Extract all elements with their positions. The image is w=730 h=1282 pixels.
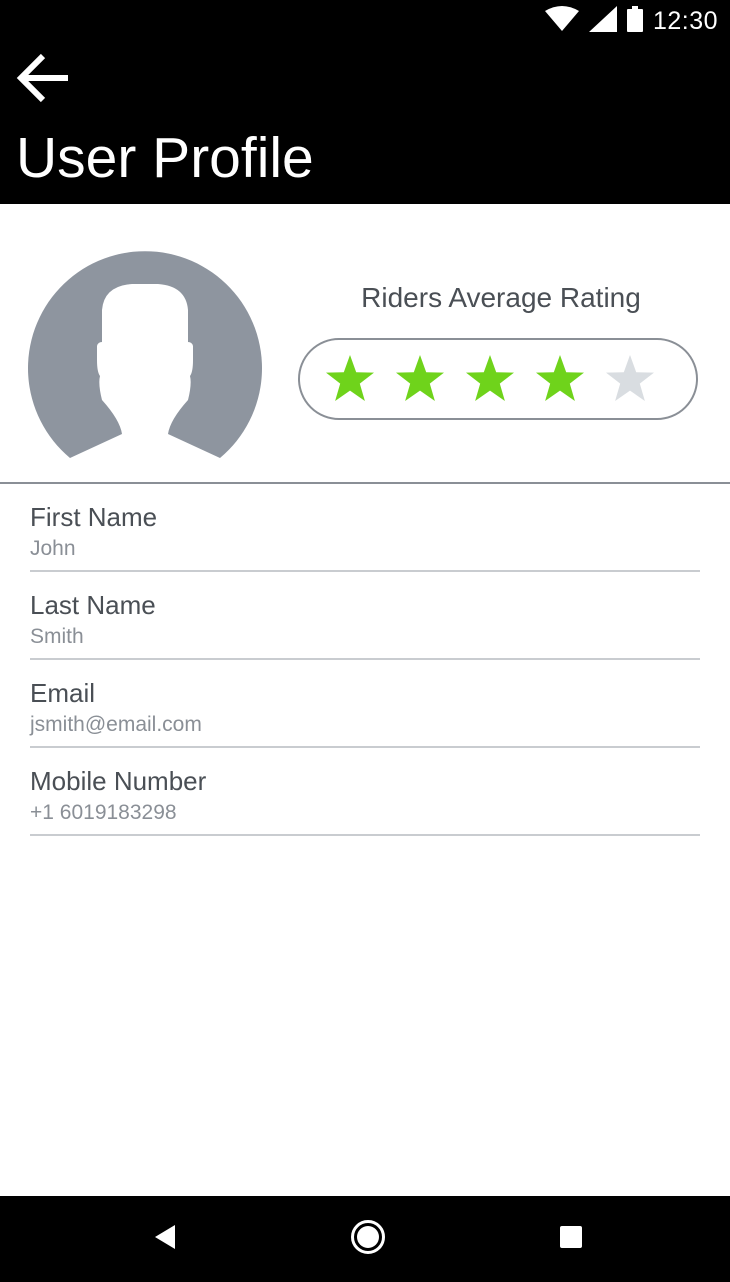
nav-back-button[interactable] xyxy=(142,1216,188,1262)
user-profile-screen: 12:30 User Profile Riders Average Rating xyxy=(0,0,730,1282)
user-silhouette-icon xyxy=(28,251,263,458)
status-bar: 12:30 xyxy=(544,4,718,38)
app-header: 12:30 User Profile xyxy=(0,0,730,204)
page-title: User Profile xyxy=(16,126,314,190)
email-field[interactable]: Email jsmith@email.com xyxy=(30,660,700,748)
rating-label: Riders Average Rating xyxy=(361,282,641,313)
nav-home-button[interactable] xyxy=(345,1216,391,1262)
home-circle-icon xyxy=(350,1219,386,1260)
system-nav-bar xyxy=(0,1196,730,1282)
star-empty-icon[interactable] xyxy=(604,353,656,405)
star-filled-icon[interactable] xyxy=(324,353,376,405)
avatar[interactable] xyxy=(28,248,263,458)
field-value: jsmith@email.com xyxy=(30,713,202,736)
status-time: 12:30 xyxy=(652,6,718,35)
mobile-number-field[interactable]: Mobile Number +1 6019183298 xyxy=(30,748,700,836)
cellular-signal-icon xyxy=(588,5,617,37)
field-label: Email xyxy=(30,678,96,708)
arrow-left-icon xyxy=(14,49,72,112)
last-name-field[interactable]: Last Name Smith xyxy=(30,572,700,660)
battery-icon xyxy=(626,5,643,37)
wifi-icon xyxy=(544,5,579,37)
back-button[interactable] xyxy=(10,48,76,112)
field-label: First Name xyxy=(30,502,158,532)
recents-square-icon xyxy=(559,1225,583,1254)
field-value: John xyxy=(30,537,76,560)
star-filled-icon[interactable] xyxy=(534,353,586,405)
star-filled-icon[interactable] xyxy=(394,353,446,405)
first-name-field[interactable]: First Name John xyxy=(30,484,700,572)
back-triangle-icon xyxy=(153,1224,177,1255)
rating-stars[interactable] xyxy=(298,338,698,420)
star-filled-icon[interactable] xyxy=(464,353,516,405)
field-value: Smith xyxy=(30,625,84,648)
nav-recents-button[interactable] xyxy=(548,1216,594,1262)
field-label: Last Name xyxy=(30,590,156,620)
profile-fields: First Name John Last Name Smith Email js… xyxy=(30,484,700,836)
field-label: Mobile Number xyxy=(30,766,207,796)
field-value: +1 6019183298 xyxy=(30,801,177,824)
